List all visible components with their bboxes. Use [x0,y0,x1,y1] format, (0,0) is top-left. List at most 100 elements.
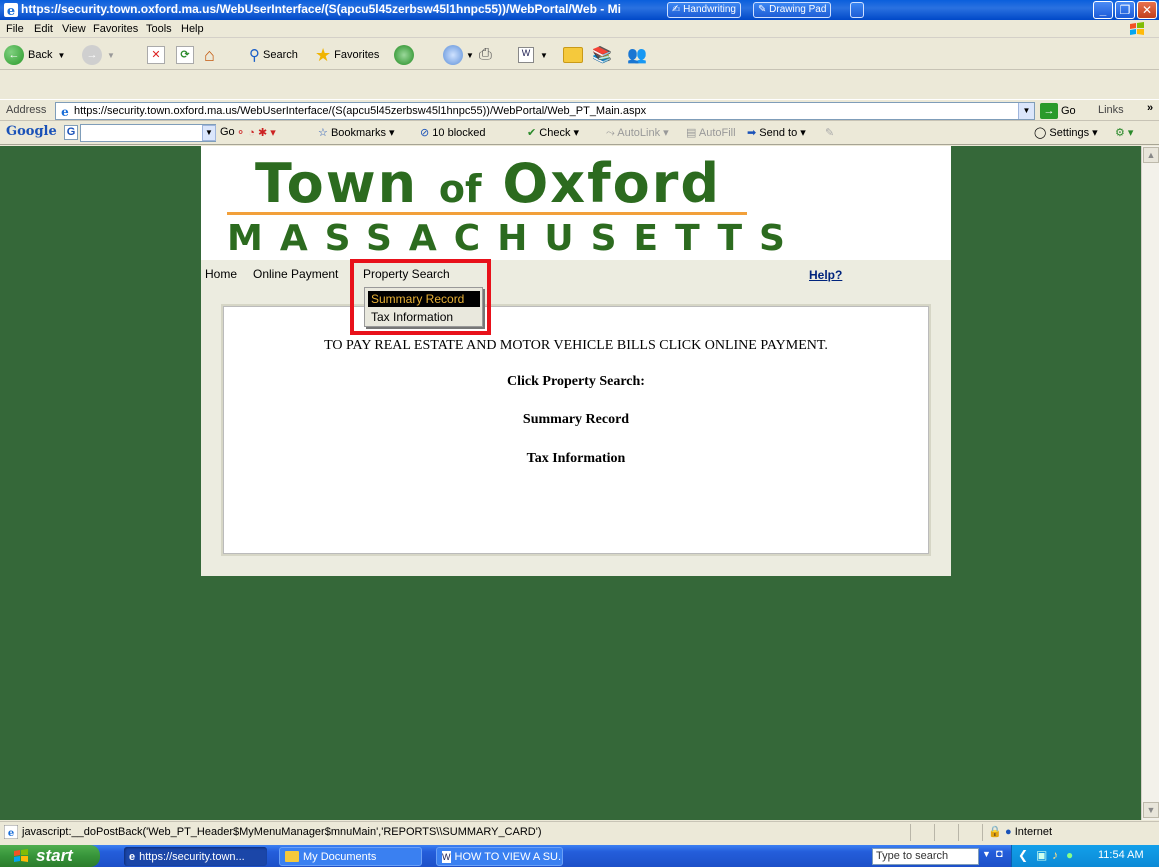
google-toolbar: Google G ▼ Go ⚬ ◔ ✱ ▾ ☆ Bookmarks ▾ ⊘ 10… [0,121,1159,145]
messenger-tray-icon[interactable]: ● [1066,848,1073,862]
drawing-pad-button[interactable]: ✎ Drawing Pad [753,2,832,18]
taskbar: start e https://security.town... My Docu… [0,845,1159,867]
popup-blocker-button[interactable]: ⊘ 10 blocked [420,126,486,139]
tray-collapse-icon[interactable]: ❮ [1018,848,1028,862]
help-link[interactable]: Help? [809,268,842,282]
print-icon: ⎙ [479,46,492,63]
chevron-right-icon[interactable]: » [1147,102,1153,114]
research-icon: 📚 [592,47,612,64]
stop-button[interactable]: ✕ [147,44,165,66]
folder-icon [563,47,583,63]
print-button[interactable]: ⎙ [479,44,492,66]
forward-dropdown-icon: ▼ [107,50,115,60]
search-dropdown-icon[interactable]: ▼ [982,849,991,859]
menu-help[interactable]: Help [181,23,204,35]
menu-favorites[interactable]: Favorites [93,23,138,35]
nav-home[interactable]: Home [205,267,237,281]
google-search-input[interactable] [80,124,216,142]
network-icon[interactable]: ▣ [1036,848,1047,862]
taskbar-search-input[interactable]: Type to search [872,848,979,865]
bookmarks-button[interactable]: ☆ Bookmarks ▾ [318,126,395,139]
scroll-down-icon[interactable]: ▼ [1143,802,1159,818]
refresh-button[interactable]: ⟳ [176,44,194,66]
home-icon: ⌂ [204,44,215,65]
google-extra-icon[interactable]: ⚙ ▾ [1115,126,1133,139]
history-button[interactable] [394,44,414,66]
taskbar-item-browser[interactable]: e https://security.town... [124,847,267,866]
favorites-button[interactable]: ★ Favorites [315,44,379,66]
nav-online-payment[interactable]: Online Payment [253,267,338,281]
tablet-options-button[interactable] [850,2,864,18]
logo-of: of [438,167,482,211]
google-go-button[interactable]: Go [220,126,235,138]
desktop-icon[interactable]: ◘ [996,848,1003,860]
standard-toolbar: ← Back ▼ → ▼ ✕ ⟳ ⌂ ⚲ Search ★ Favorites … [0,38,1159,70]
maximize-button[interactable]: ❐ [1115,1,1135,19]
search-button[interactable]: ⚲ Search [249,44,298,66]
blocked-label: 10 blocked [432,127,486,139]
task-label: https://security.town... [139,850,245,863]
settings-icon: ◯ [1034,127,1047,139]
vertical-scrollbar[interactable]: ▲ ▼ [1141,146,1159,820]
google-news-icon[interactable]: ⚬ ◔ ✱ ▾ [236,126,276,139]
scroll-up-icon[interactable]: ▲ [1143,147,1159,163]
close-button[interactable]: ✕ [1137,1,1157,19]
payment-instruction: TO PAY REAL ESTATE AND MOTOR VEHICLE BIL… [324,338,828,353]
google-menu-icon[interactable]: G [64,125,78,140]
autofill-button[interactable]: ▤ AutoFill [686,126,736,139]
portal-page: Town of Oxford MASSACHUSETTS Home Online… [201,146,951,576]
window-title: https://security.town.oxford.ma.us/WebUs… [21,2,621,16]
mail-button[interactable]: ▼ [443,44,474,66]
home-button[interactable]: ⌂ [204,44,215,66]
google-search-dropdown-icon[interactable]: ▼ [202,125,216,141]
title-bar[interactable]: e https://security.town.oxford.ma.us/Web… [0,0,1159,20]
minimize-button[interactable]: _ [1093,1,1113,19]
address-input[interactable]: e https://security.town.oxford.ma.us/Web… [55,102,1035,120]
address-label: Address [6,104,47,116]
go-button[interactable]: → Go [1040,102,1076,120]
settings-label: Settings [1049,127,1090,139]
autolink-button[interactable]: ⤳ AutoLink ▾ [606,126,669,140]
links-button[interactable]: Links [1098,104,1124,116]
handwriting-button[interactable]: ✍ Handwriting [667,2,741,18]
highlighter-icon[interactable]: ✎ [825,126,834,139]
back-button[interactable]: ← Back ▼ [4,44,65,66]
autolink-label: AutoLink [617,127,661,139]
drawing-pad-label: Drawing Pad [769,4,827,15]
status-divider [910,824,911,841]
taskbar-item-word-doc[interactable]: W HOW TO VIEW A SU... [436,847,563,866]
refresh-icon: ⟳ [176,46,194,64]
menu-edit[interactable]: Edit [34,23,53,35]
address-dropdown-icon[interactable]: ▼ [1018,103,1034,119]
start-button[interactable]: start [0,845,100,867]
send-to-button[interactable]: ➡ Send to ▾ [747,126,806,139]
windows-logo-icon [1130,22,1144,35]
logo-massachusetts: MASSACHUSETTS [227,218,802,259]
favorites-star-icon: ★ [315,44,332,65]
volume-icon[interactable]: ♪ [1052,848,1058,862]
address-bar: Address e https://security.town.oxford.m… [0,99,1159,121]
spellcheck-button[interactable]: ✔ Check ▾ [527,126,579,139]
research-button[interactable]: 📚 [592,44,612,66]
forward-button[interactable]: → ▼ [82,44,115,66]
clock[interactable]: 11:54 AM [1098,849,1144,861]
forward-arrow-icon: → [82,45,102,65]
handwriting-label: Handwriting [683,4,736,15]
menu-file[interactable]: File [6,23,24,35]
messenger-icon: 👥 [627,47,647,64]
status-divider [934,824,935,841]
search-label: Search [263,49,298,61]
word-button[interactable]: W ▼ [518,44,548,66]
ie-taskbar-icon: e [129,850,136,863]
settings-button[interactable]: ◯ Settings ▾ [1034,126,1098,139]
menu-tools[interactable]: Tools [146,23,172,35]
spellcheck-icon: ✔ [527,127,537,139]
status-divider [958,824,959,841]
internet-explorer-icon: e [4,3,18,18]
folder-button[interactable] [563,44,583,66]
taskbar-item-my-documents[interactable]: My Documents [279,847,422,866]
send-to-icon: ➡ [747,127,757,139]
messenger-button[interactable]: 👥 [627,44,647,66]
svg-text:e: e [8,828,14,839]
menu-view[interactable]: View [62,23,86,35]
